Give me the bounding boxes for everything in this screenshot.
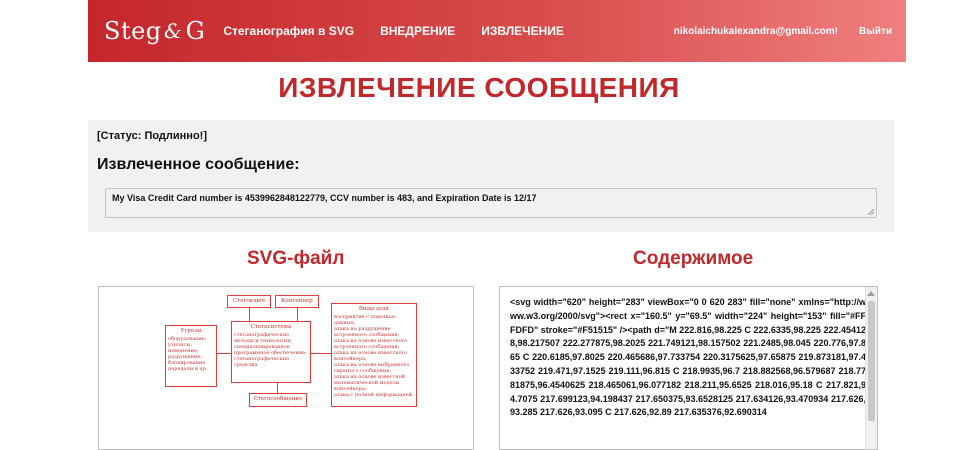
- nav-embed[interactable]: ВНЕДРЕНИЕ: [380, 24, 455, 38]
- extracted-message-field[interactable]: My Visa Credit Card number is 4539962848…: [105, 188, 877, 218]
- svg-source-text: <svg width="620" height="283" viewBox="0…: [510, 297, 866, 418]
- logo-text-right: G: [185, 17, 206, 45]
- extraction-result-panel: [Статус: Подлинно!] Извлеченное сообщени…: [88, 120, 894, 232]
- content-heading: Содержимое: [633, 248, 754, 269]
- diagram-attacks-label: Виды атак: [358, 306, 390, 312]
- diagram-stego-item: стеганографические средства: [234, 356, 289, 368]
- diagram-stegomessage-label: Стегосообщение: [253, 396, 303, 402]
- diagram-attack-item: атака на основе выбранного скрытого сооб…: [334, 362, 410, 374]
- diagram-connector: [277, 383, 278, 393]
- extracted-message-label: Извлеченное сообщение:: [97, 156, 300, 173]
- scroll-up-arrow-icon[interactable]: [867, 291, 875, 296]
- diagram-stegosystem-label: Стегосистема: [250, 324, 292, 330]
- extracted-message-text: My Visa Credit Card number is 4539962848…: [112, 193, 537, 203]
- diagram-stegosystem-box: Стегосистема стеганографические методы и…: [231, 321, 311, 383]
- diagram-connector: [311, 353, 331, 354]
- svg-file-heading: SVG-файл: [247, 248, 345, 269]
- svg-preview: Стегоключ Контейнер Стегосистема стегано…: [98, 286, 474, 450]
- app-logo[interactable]: Steg & G: [104, 17, 205, 45]
- diagram-connector: [249, 308, 250, 321]
- diagram-threats-label: Угрозы: [180, 328, 202, 334]
- resize-grip-icon[interactable]: [868, 209, 874, 215]
- diagram-attacks-box: Виды атак восприятие с помощью данных; а…: [331, 303, 417, 407]
- diagram-container-label: Контейнер: [281, 298, 313, 304]
- nav-extract[interactable]: ИЗВЛЕЧЕНИЕ: [481, 24, 564, 38]
- main-nav: Стеганография в SVG ВНЕДРЕНИЕ ИЗВЛЕЧЕНИЕ: [223, 24, 590, 38]
- diagram-connector: [297, 308, 298, 321]
- diagram-stegomessage-box: Стегосообщение: [249, 393, 307, 407]
- diagram-threats-box: Угрозы оборудование; утилиты; изменение;…: [165, 325, 217, 387]
- diagram-stegokey-box: Стегоключ: [227, 295, 271, 308]
- diagram-attack-item: атака на основе известного контейнера;: [334, 350, 408, 362]
- vertical-scrollbar[interactable]: [865, 287, 877, 449]
- logo-text-left: Steg: [104, 17, 162, 45]
- diagram-stego-item: стеганографические методы и технологии;: [234, 332, 293, 344]
- scroll-thumb[interactable]: [868, 301, 875, 421]
- diagram-attack-item: атака на основе известной математической…: [334, 374, 405, 392]
- diagram-stegokey-label: Стегоключ: [232, 298, 266, 304]
- nav-home[interactable]: Стеганография в SVG: [223, 24, 354, 38]
- page-title: ИЗВЛЕЧЕНИЕ СООБЩЕНИЯ: [278, 72, 680, 103]
- user-email[interactable]: nikolaichukalexandra@gmail.com!: [674, 26, 838, 37]
- status-text: [Статус: Подлинно!]: [97, 130, 207, 142]
- svg-source-viewer[interactable]: <svg width="620" height="283" viewBox="0…: [499, 286, 878, 450]
- diagram-threat-item: блокирование передачи и др.: [168, 360, 208, 372]
- diagram-attack-item: атака на разрушение встроенного сообщени…: [334, 326, 400, 338]
- diagram-container-box: Контейнер: [275, 295, 319, 308]
- diagram-connector: [217, 353, 231, 354]
- app-frame: Steg & G Стеганография в SVG ВНЕДРЕНИЕ И…: [0, 0, 958, 450]
- logo-ampersand-icon: &: [164, 20, 182, 42]
- diagram-stego-item: специализированное программное обеспечен…: [234, 344, 307, 356]
- diagram-attack-item: восприятие с помощью данных;: [334, 314, 396, 326]
- logout-link[interactable]: Выйти: [859, 26, 892, 37]
- diagram-attack-item: атака на основе известного встроенного с…: [334, 338, 408, 350]
- svg-text:&: &: [164, 20, 182, 42]
- top-navigation-bar: Steg & G Стеганография в SVG ВНЕДРЕНИЕ И…: [88, 0, 906, 62]
- diagram-attack-item: атака с полной информацией.: [334, 392, 414, 398]
